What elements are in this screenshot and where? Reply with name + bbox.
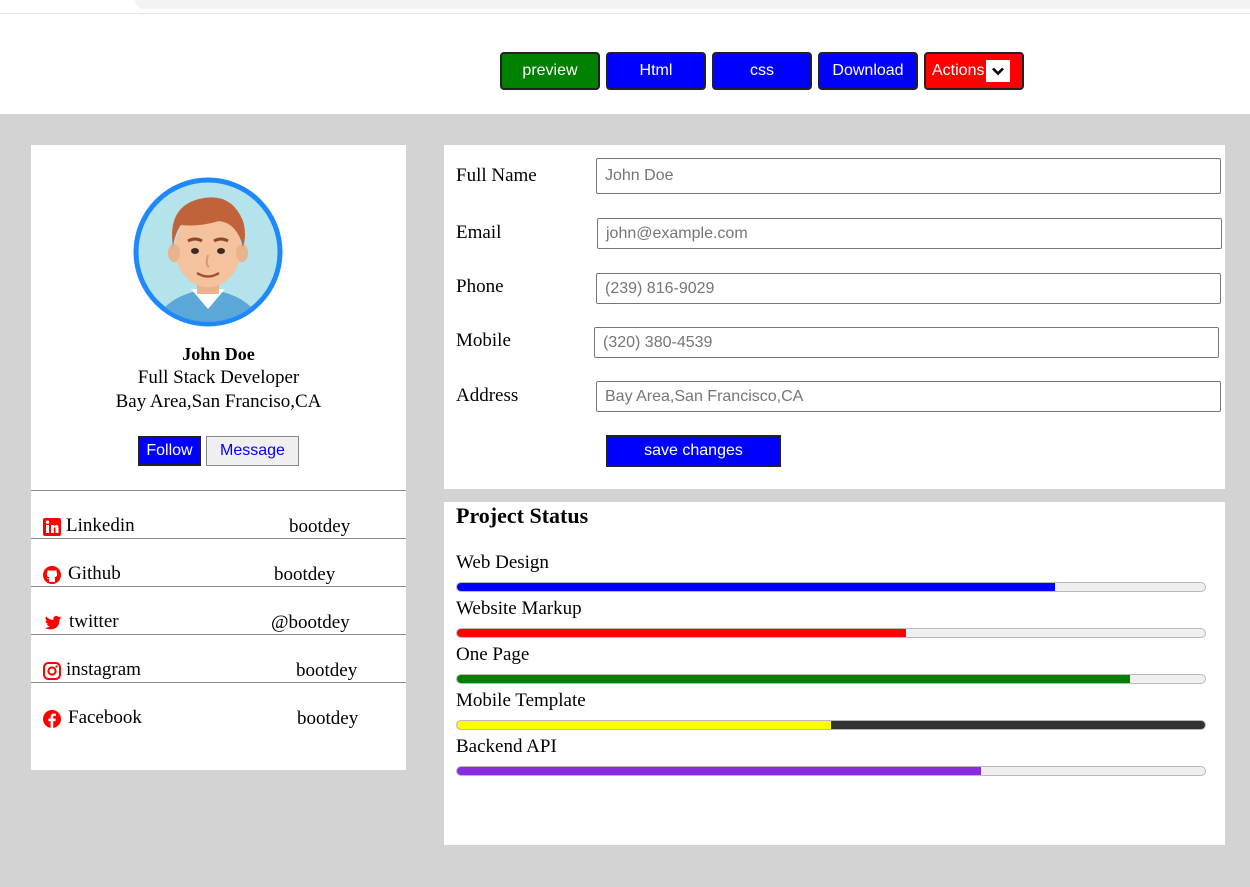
profile-form-card: Full Name John Doe Email john@example.co… <box>444 145 1225 489</box>
project-label-backend-api: Backend API <box>456 736 557 757</box>
project-label-web-design: Web Design <box>456 552 549 573</box>
divider <box>31 538 406 539</box>
divider <box>31 586 406 587</box>
profile-card: John Doe Full Stack Developer Bay Area,S… <box>31 145 406 770</box>
project-status-title: Project Status <box>456 503 589 528</box>
social-handle: bootdey <box>297 708 359 729</box>
divider <box>31 634 406 635</box>
progress-bar-backend-api <box>456 766 1206 776</box>
social-row-facebook[interactable]: Facebook bootdey <box>43 707 393 731</box>
social-name: Github <box>68 563 121 584</box>
actions-label: Actions <box>932 62 985 79</box>
phone-input[interactable]: (239) 816-9029 <box>596 273 1221 304</box>
progress-fill <box>457 675 1131 683</box>
progress-bar-website-markup <box>456 628 1206 638</box>
toolbar: preview Html css Download Actions <box>500 52 1024 90</box>
email-label: Email <box>456 222 502 243</box>
html-button[interactable]: Html <box>606 52 706 90</box>
divider <box>31 682 406 683</box>
project-label-mobile-template: Mobile Template <box>456 690 586 711</box>
mobile-label: Mobile <box>456 330 511 351</box>
social-row-linkedin[interactable]: Linkedin bootdey <box>43 515 393 539</box>
full-name-label: Full Name <box>456 165 537 186</box>
email-input[interactable]: john@example.com <box>597 218 1222 249</box>
social-name: Linkedin <box>66 515 135 536</box>
profile-location: Bay Area,San Franciso,CA <box>115 391 322 412</box>
mobile-input[interactable]: (320) 380-4539 <box>594 327 1219 358</box>
progress-bar-one-page <box>456 674 1206 684</box>
profile-role: Full Stack Developer <box>137 367 300 388</box>
progress-bar-mobile-template <box>456 720 1206 730</box>
social-row-github[interactable]: Github bootdey <box>43 563 393 587</box>
social-handle: bootdey <box>289 516 351 537</box>
social-handle: @bootdey <box>271 612 350 633</box>
progress-fill <box>457 767 981 775</box>
facebook-icon <box>43 710 61 728</box>
social-handle: bootdey <box>274 564 336 585</box>
css-button[interactable]: css <box>712 52 812 90</box>
social-name: twitter <box>69 611 119 632</box>
progress-fill <box>457 721 831 729</box>
profile-name: John Doe <box>182 344 255 364</box>
social-handle: bootdey <box>296 660 358 681</box>
twitter-icon <box>43 614 62 632</box>
progress-fill <box>457 583 1056 591</box>
social-row-instagram[interactable]: instagram bootdey <box>43 659 393 683</box>
save-changes-button[interactable]: save changes <box>606 435 781 467</box>
project-label-one-page: One Page <box>456 644 530 665</box>
address-label: Address <box>456 385 519 406</box>
progress-fill <box>457 629 906 637</box>
social-row-twitter[interactable]: twitter @bootdey <box>43 611 393 635</box>
avatar <box>133 177 283 327</box>
project-status-card: Project Status Web Design Website Markup… <box>444 502 1225 845</box>
linkedin-icon <box>43 518 61 536</box>
address-bar-edge <box>135 0 1250 9</box>
preview-button[interactable]: preview <box>500 52 600 90</box>
message-button[interactable]: Message <box>206 436 299 466</box>
social-name: instagram <box>66 659 141 680</box>
follow-button[interactable]: Follow <box>138 436 201 466</box>
chevron-down-icon[interactable] <box>986 60 1011 82</box>
instagram-icon <box>43 662 61 680</box>
address-input[interactable]: Bay Area,San Francisco,CA <box>596 381 1221 412</box>
github-icon <box>43 566 61 584</box>
actions-dropdown[interactable]: Actions <box>924 52 1024 90</box>
full-name-input[interactable]: John Doe <box>596 158 1221 194</box>
phone-label: Phone <box>456 276 504 297</box>
social-name: Facebook <box>68 707 142 728</box>
browser-strip <box>0 0 1250 14</box>
project-label-website-markup: Website Markup <box>456 598 582 619</box>
top-bar: preview Html css Download Actions <box>0 0 1250 114</box>
download-button[interactable]: Download <box>818 52 918 90</box>
progress-bar-web-design <box>456 582 1206 592</box>
divider <box>31 490 406 491</box>
